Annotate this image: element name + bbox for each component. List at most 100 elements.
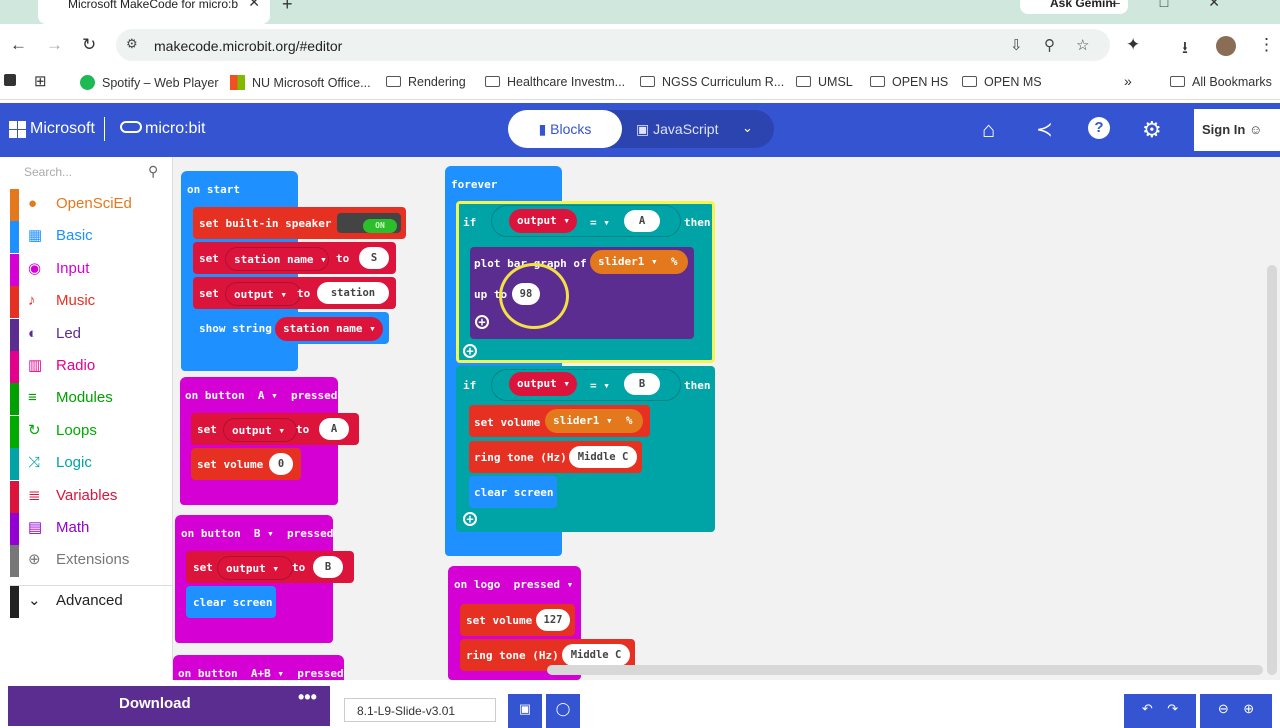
- bookmark-spotify[interactable]: Spotify – Web Player: [80, 75, 219, 90]
- close-tab-icon[interactable]: ✕: [248, 0, 260, 9]
- save-icon[interactable]: ▣: [508, 694, 542, 728]
- operator-dropdown[interactable]: = ▾: [590, 216, 610, 229]
- category-color-bar: [10, 513, 19, 545]
- toolbox-category-loops[interactable]: ↻ Loops: [10, 415, 173, 448]
- category-label: Loops: [56, 421, 97, 439]
- toolbox-category-radio[interactable]: ▥ Radio: [10, 351, 173, 383]
- help-icon[interactable]: ?: [1088, 117, 1110, 139]
- speaker-toggle[interactable]: ON: [337, 213, 401, 233]
- note-picker[interactable]: Middle C: [562, 644, 630, 666]
- settings-gear-icon[interactable]: ⚙: [1142, 117, 1162, 143]
- apps-icon[interactable]: [4, 74, 16, 86]
- button-dropdown[interactable]: A: [258, 389, 265, 402]
- blocks-tab[interactable]: ▮ Blocks: [508, 110, 622, 148]
- menu-icon[interactable]: ⋮: [1258, 35, 1275, 55]
- zoom-icon[interactable]: ⚲: [1044, 36, 1055, 54]
- sign-in-button[interactable]: Sign In ☺: [1194, 109, 1280, 151]
- bookmark-star-icon[interactable]: ☆: [1076, 36, 1089, 54]
- url-text[interactable]: makecode.microbit.org/#editor: [154, 38, 342, 54]
- variable-dropdown-output[interactable]: output ▾: [509, 372, 577, 396]
- new-tab-icon[interactable]: +: [282, 0, 293, 15]
- github-icon[interactable]: ◯: [546, 694, 580, 728]
- add-else-icon[interactable]: +: [463, 512, 477, 526]
- slider-variable[interactable]: slider1 ▾ %: [590, 250, 688, 274]
- more-bookmarks-icon[interactable]: »: [1124, 73, 1132, 89]
- toolbox-category-logic[interactable]: ⤨ Logic: [10, 448, 173, 481]
- bookmark-open-ms[interactable]: OPEN MS: [962, 75, 1042, 89]
- toolbox-category-basic[interactable]: ▦ Basic: [10, 221, 173, 254]
- project-name-input[interactable]: 8.1-L9-Slide-v3.01: [344, 698, 496, 722]
- slider-variable[interactable]: slider1 ▾ %: [545, 409, 643, 433]
- string-input-b[interactable]: B: [624, 373, 660, 395]
- operator-dropdown[interactable]: = ▾: [590, 379, 610, 392]
- home-icon[interactable]: ⌂: [982, 117, 995, 143]
- window-controls[interactable]: –□✕: [1112, 0, 1260, 11]
- toolbox-category-math[interactable]: ▤ Math: [10, 513, 173, 545]
- logo-gesture-dropdown[interactable]: pressed: [514, 578, 560, 591]
- toolbox-category-advanced[interactable]: ⌄ Advanced: [10, 585, 173, 618]
- variable-dropdown-station-name[interactable]: station name ▾: [225, 247, 329, 271]
- variable-dropdown-station-name[interactable]: station name ▾: [275, 317, 383, 341]
- string-input-s[interactable]: S: [359, 247, 389, 269]
- on-button-label: on button: [181, 527, 241, 540]
- undo-icon[interactable]: ↶: [1142, 701, 1153, 716]
- toolbox-category-music[interactable]: ♪ Music: [10, 286, 173, 319]
- variable-dropdown-output[interactable]: output ▾: [509, 209, 577, 233]
- add-else-icon[interactable]: +: [463, 344, 477, 358]
- share-icon[interactable]: ≺: [1036, 117, 1053, 142]
- horizontal-scrollbar[interactable]: [547, 665, 1263, 675]
- button-dropdown[interactable]: A+B: [251, 667, 271, 680]
- zoom-out-icon[interactable]: ⊖: [1218, 701, 1229, 716]
- variable-dropdown-output[interactable]: output ▾: [223, 418, 297, 442]
- vertical-scrollbar[interactable]: [1267, 265, 1277, 675]
- string-input-a[interactable]: A: [624, 210, 660, 232]
- volume-input[interactable]: 127: [536, 609, 570, 631]
- forward-icon[interactable]: →: [46, 35, 63, 55]
- microbit-label[interactable]: micro:bit: [120, 120, 205, 138]
- variable-dropdown-output[interactable]: output ▾: [217, 556, 293, 580]
- bookmark-umsl[interactable]: UMSL: [796, 75, 853, 89]
- address-bar[interactable]: ⚙ makecode.microbit.org/#editor ⇩ ⚲ ☆: [116, 29, 1110, 61]
- downloads-icon[interactable]: ⭳: [1182, 35, 1188, 64]
- note-picker[interactable]: Middle C: [569, 446, 637, 468]
- search-icon[interactable]: ⚲: [148, 163, 158, 180]
- string-input-b[interactable]: B: [313, 556, 343, 578]
- download-button[interactable]: Download •••: [8, 686, 330, 726]
- bookmark-nu-office[interactable]: NU Microsoft Office...: [230, 75, 371, 90]
- bookmark-healthcare[interactable]: Healthcare Investm...: [485, 75, 625, 89]
- toolbox-category-extensions[interactable]: ⊕ Extensions: [10, 545, 173, 578]
- ring-tone-label: ring tone (Hz): [474, 451, 567, 464]
- button-dropdown[interactable]: B: [254, 527, 261, 540]
- toolbox: Search... ⚲ ● OpenSciEd ▦ Basic ◉ Input ♪ Music…: [10, 157, 173, 680]
- on-button-label: on button: [178, 667, 238, 680]
- string-input-a[interactable]: A: [319, 418, 349, 440]
- zoom-in-icon[interactable]: ⊕: [1243, 701, 1254, 716]
- all-bookmarks[interactable]: All Bookmarks: [1170, 75, 1272, 89]
- add-parameter-icon[interactable]: +: [475, 315, 489, 329]
- toolbox-category-modules[interactable]: ≡ Modules: [10, 383, 173, 416]
- bookmark-open-hs[interactable]: OPEN HS: [870, 75, 948, 89]
- more-options-icon[interactable]: •••: [298, 679, 317, 715]
- toolbox-category-input[interactable]: ◉ Input: [10, 253, 173, 286]
- bookmark-rendering[interactable]: Rendering: [386, 75, 466, 89]
- variable-dropdown-output[interactable]: output ▾: [225, 282, 301, 306]
- toolbox-category-led[interactable]: ◐ Led: [10, 318, 173, 351]
- toolbox-search-input[interactable]: Search...: [24, 165, 72, 179]
- volume-input[interactable]: 0: [269, 453, 293, 475]
- toolbox-category-variables[interactable]: ≣ Variables: [10, 480, 173, 513]
- redo-icon[interactable]: ↷: [1167, 701, 1178, 716]
- profile-avatar[interactable]: [1216, 36, 1236, 56]
- install-app-icon[interactable]: ⇩: [1010, 36, 1023, 54]
- extensions-icon[interactable]: ✦: [1126, 35, 1140, 55]
- string-input-station[interactable]: station: [317, 282, 389, 304]
- reload-icon[interactable]: ↻: [82, 35, 96, 55]
- browser-tab[interactable]: Microsoft MakeCode for micro:b ✕: [38, 0, 270, 24]
- tab-groups-icon[interactable]: ⊞: [34, 72, 47, 90]
- chevron-down-icon[interactable]: ⌄: [742, 120, 753, 136]
- bookmark-ngss[interactable]: NGSS Curriculum R...: [640, 75, 784, 89]
- javascript-tab[interactable]: ▣ JavaScript: [636, 110, 726, 148]
- blocks-workspace[interactable]: on start set built-in speaker ON set sta…: [173, 157, 1280, 685]
- toolbox-category-openscied[interactable]: ● OpenSciEd: [10, 189, 173, 221]
- site-settings-icon[interactable]: ⚙: [126, 36, 138, 52]
- back-icon[interactable]: ←: [10, 35, 27, 55]
